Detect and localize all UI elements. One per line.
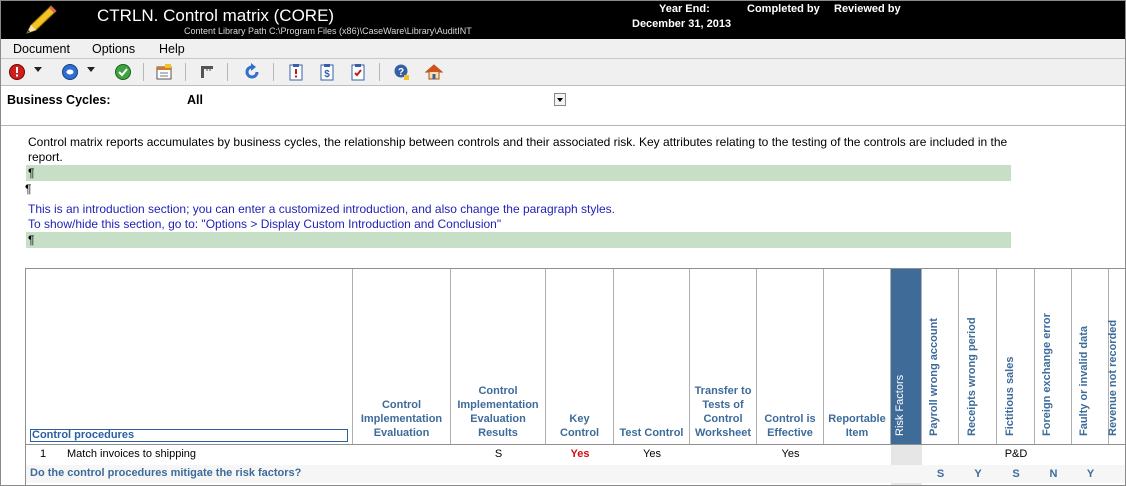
risk-value-cell[interactable]: P&D (997, 448, 1035, 460)
column-header: Control Implementation Evaluation (353, 269, 451, 444)
test-control-cell[interactable]: Yes (614, 448, 690, 460)
answer-cell[interactable]: S (922, 468, 959, 480)
risk-column-header: Payroll wrong account (922, 269, 959, 444)
clipboard-icon[interactable] (286, 62, 306, 82)
answer-cell[interactable]: Y (1072, 468, 1109, 480)
toolbar-separator (379, 63, 380, 81)
procedures-header-cell: Control procedures (26, 269, 353, 444)
title-bar: CTRLN. Control matrix (CORE) Content Lib… (1, 1, 1125, 39)
header-divider (26, 444, 1125, 445)
help-icon[interactable]: ? (392, 62, 412, 82)
column-header: Control is Effective (757, 269, 824, 444)
column-header: Transfer to Tests of Control Worksheet (690, 269, 757, 444)
circle-arrow-icon[interactable] (60, 62, 80, 82)
pilcrow-mark: ¶ (25, 182, 32, 196)
custom-intro-line-1: This is an introduction section; you can… (28, 202, 616, 216)
editable-paragraph[interactable]: ¶ (26, 232, 1011, 248)
risk-column-header: Revenue not recorded (1106, 319, 1119, 436)
intro-paragraph: Control matrix reports accumulates by bu… (28, 135, 1008, 164)
circle-dropdown-arrow[interactable] (87, 67, 95, 72)
procedure-name[interactable]: Match invoices to shipping (67, 448, 196, 460)
business-cycles-value[interactable]: All (187, 93, 203, 107)
toolbar-separator (143, 63, 144, 81)
business-cycle-filter: Business Cycles: All (1, 86, 1125, 126)
toolbar: $ ? (1, 59, 1125, 86)
column-header: Reportable Item (824, 269, 891, 444)
toolbar-separator (227, 63, 228, 81)
completed-by-label: Completed by (747, 3, 820, 15)
check-icon[interactable] (113, 62, 133, 82)
reviewed-by-label: Reviewed by (834, 3, 901, 15)
window-title: CTRLN. Control matrix (CORE) (97, 6, 335, 25)
stop-icon[interactable] (7, 62, 27, 82)
risk-column-header: Foreign exchange error (1035, 269, 1072, 444)
svg-text:$: $ (324, 69, 330, 80)
dollar-icon[interactable]: $ (317, 62, 337, 82)
answer-cell[interactable]: S (997, 468, 1035, 480)
control-procedures-header[interactable]: Control procedures (30, 429, 348, 442)
answer-cell[interactable]: Y (959, 468, 997, 480)
menu-bar: Document Options Help (1, 39, 1125, 59)
risk-column-header: Receipts wrong period (959, 269, 997, 444)
business-cycles-label: Business Cycles: (7, 93, 111, 107)
menu-options[interactable]: Options (92, 42, 135, 56)
menu-document[interactable]: Document (13, 42, 70, 56)
home-icon[interactable] (424, 62, 444, 82)
menu-help[interactable]: Help (159, 42, 185, 56)
effective-cell[interactable]: Yes (757, 448, 824, 460)
refresh-icon[interactable] (242, 62, 262, 82)
answer-cell[interactable]: N (1035, 468, 1072, 480)
mitigation-question-row: Do the control procedures mitigate the r… (26, 465, 1125, 483)
ruler-icon[interactable] (197, 62, 217, 82)
pencil-logo-icon (26, 5, 57, 34)
custom-intro-line-2: To show/hide this section, go to: "Optio… (28, 217, 502, 231)
control-matrix-table: Control procedures Control Implementatio… (25, 268, 1125, 485)
column-header: Control Implementation Evaluation Result… (451, 269, 546, 444)
risk-column-header: Faulty or invalid data (1072, 269, 1109, 444)
column-header: Key Control (546, 269, 614, 444)
calendar-icon[interactable] (154, 62, 174, 82)
business-cycles-dropdown[interactable] (554, 93, 566, 106)
toolbar-separator (273, 63, 274, 81)
row-number: 1 (40, 448, 47, 460)
stop-dropdown-arrow[interactable] (34, 67, 42, 72)
risk-factors-header: Risk Factors (891, 269, 922, 444)
eval-result-cell[interactable]: S (451, 448, 546, 460)
toolbar-separator (185, 63, 186, 81)
app-window: CTRLN. Control matrix (CORE) Content Lib… (0, 0, 1126, 486)
year-end-label: Year End: (659, 3, 710, 15)
checklist-icon[interactable] (348, 62, 368, 82)
column-header: Test Control (614, 269, 690, 444)
editable-paragraph[interactable]: ¶ (26, 165, 1011, 181)
key-control-cell[interactable]: Yes (546, 448, 614, 460)
risk-column-header: Fictitious sales (997, 269, 1035, 444)
svg-text:?: ? (398, 67, 404, 78)
mitigation-question: Do the control procedures mitigate the r… (30, 467, 302, 479)
year-end-value: December 31, 2013 (632, 18, 732, 30)
table-row[interactable]: 1 Match invoices to shipping S Yes Yes Y… (26, 446, 1125, 463)
library-path: Content Library Path C:\Program Files (x… (184, 26, 472, 36)
